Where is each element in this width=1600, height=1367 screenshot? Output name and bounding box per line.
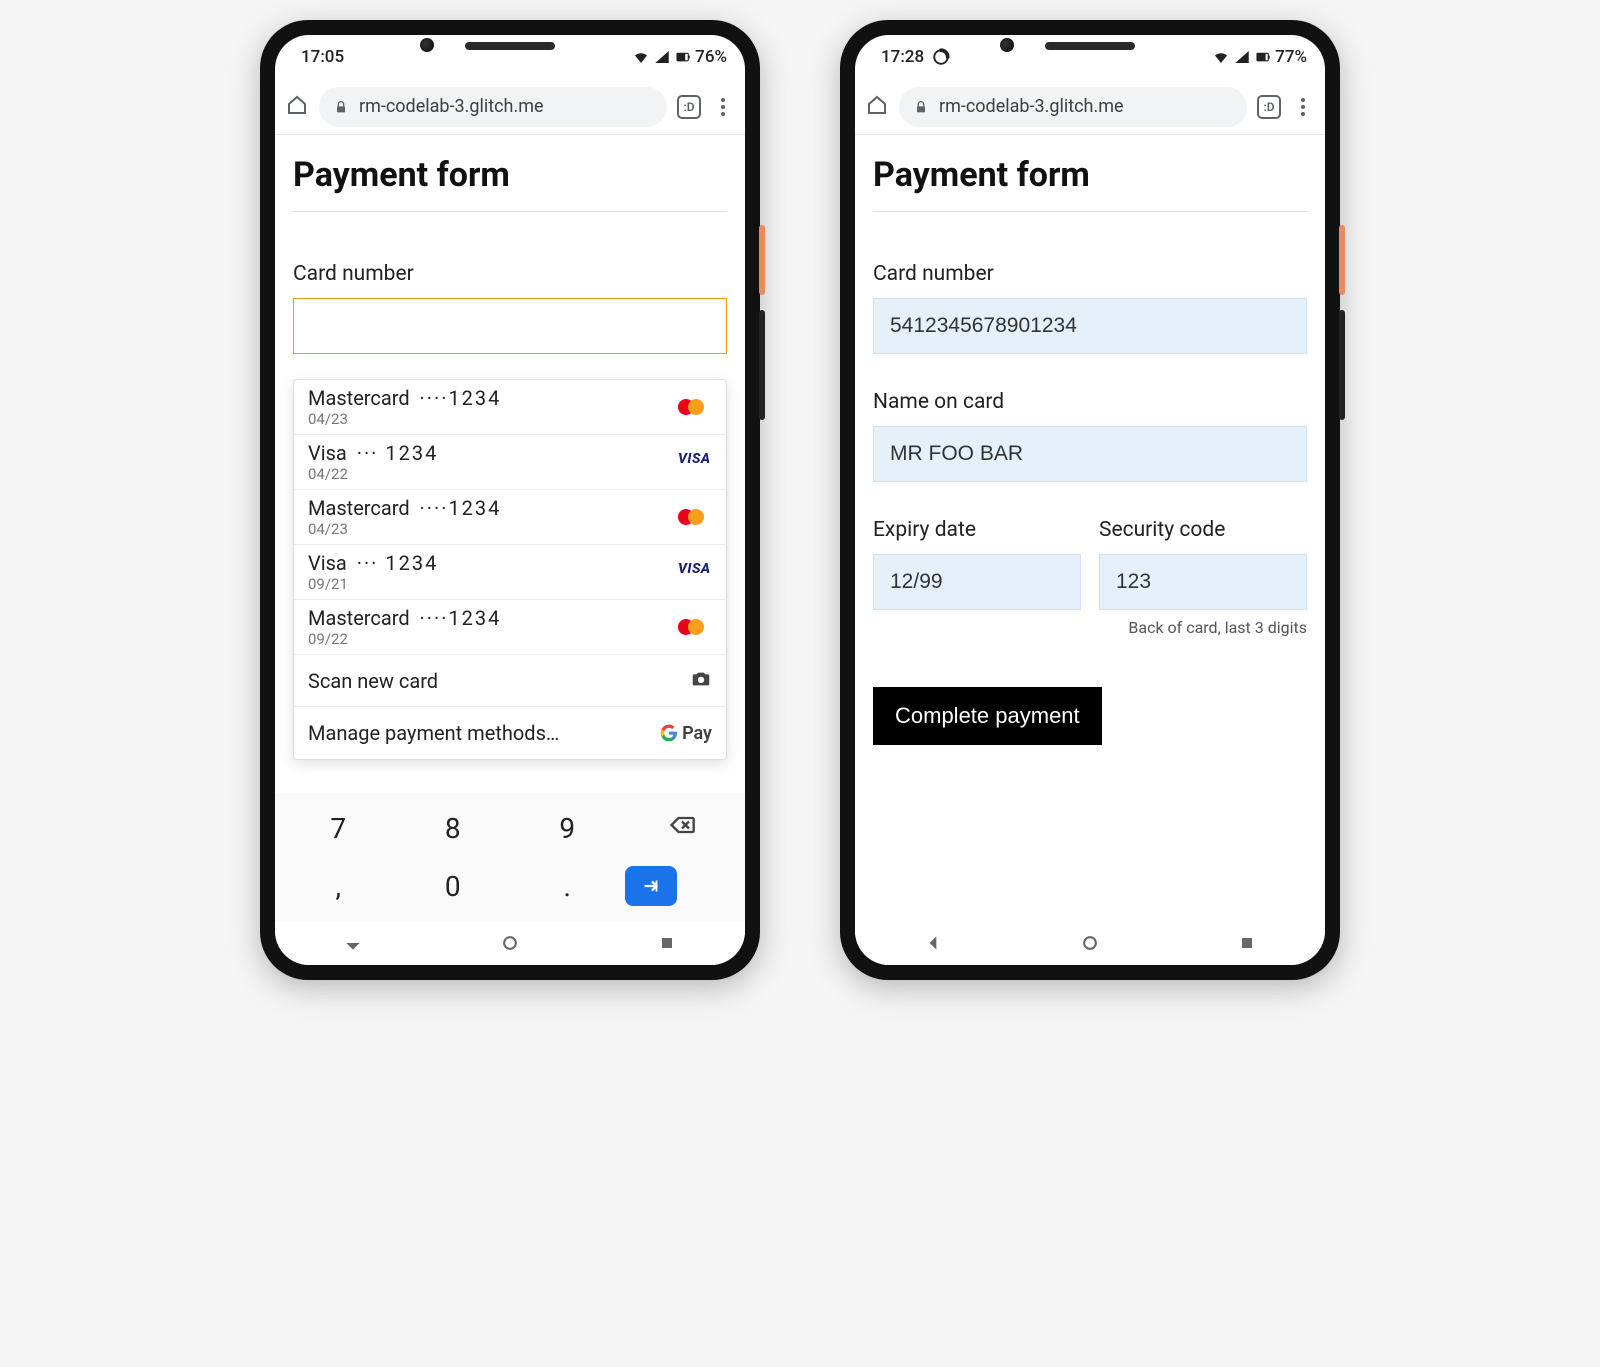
expiry-input[interactable] [873, 554, 1081, 610]
clock: 17:05 [301, 47, 344, 67]
nav-home-icon[interactable] [500, 933, 520, 953]
cell-signal-icon [653, 48, 671, 66]
enter-key[interactable] [625, 866, 740, 906]
security-code-label: Security code [1099, 518, 1307, 542]
nav-back-icon[interactable] [343, 933, 363, 953]
expiry-label: Expiry date [873, 518, 1081, 542]
autofill-dropdown: Mastercard ····1234 04/23 Visa ··· 1234 … [293, 379, 727, 760]
battery-percent: 76% [695, 47, 727, 67]
name-on-card-label: Name on card [873, 390, 1307, 414]
mastercard-icon [678, 616, 712, 638]
key-comma[interactable]: , [281, 870, 396, 903]
key-9[interactable]: 9 [510, 812, 625, 845]
google-pay-icon: Pay [659, 723, 712, 744]
battery-percent: 77% [1275, 47, 1307, 67]
phone-mock-right: 17:28 77% rm-codelab-3.glitch.me [840, 20, 1340, 980]
power-button [759, 225, 765, 295]
manage-payment-methods[interactable]: Manage payment methods… Pay [294, 707, 726, 759]
url-bar[interactable]: rm-codelab-3.glitch.me [319, 87, 667, 127]
numeric-keyboard: 7 8 9 , 0 . [275, 793, 745, 921]
name-on-card-input[interactable] [873, 426, 1307, 482]
complete-payment-button[interactable]: Complete payment [873, 687, 1102, 745]
backspace-key[interactable] [625, 811, 740, 846]
browser-toolbar: rm-codelab-3.glitch.me :D [855, 79, 1325, 135]
wifi-icon [1212, 48, 1230, 66]
wifi-icon [632, 48, 650, 66]
key-period[interactable]: . [510, 870, 625, 903]
nav-recent-icon[interactable] [657, 933, 677, 953]
nav-back-icon[interactable] [923, 933, 943, 953]
security-code-input[interactable] [1099, 554, 1307, 610]
autofill-card-option[interactable]: Visa ··· 1234 09/21 VISA [294, 545, 726, 600]
page-title: Payment form [293, 155, 727, 212]
mastercard-icon [678, 396, 712, 418]
cell-signal-icon [1233, 48, 1251, 66]
key-0[interactable]: 0 [396, 870, 511, 903]
url-bar[interactable]: rm-codelab-3.glitch.me [899, 87, 1247, 127]
phone-mock-left: 17:05 76% rm-codelab-3.glitch.me :D [260, 20, 760, 980]
nav-recent-icon[interactable] [1237, 933, 1257, 953]
lock-icon [333, 99, 349, 115]
page-title: Payment form [873, 155, 1307, 212]
lock-icon [913, 99, 929, 115]
scan-new-card[interactable]: Scan new card [294, 655, 726, 707]
url-text: rm-codelab-3.glitch.me [359, 96, 544, 117]
key-7[interactable]: 7 [281, 812, 396, 845]
visa-icon: VISA [678, 451, 712, 473]
android-nav-bar [275, 921, 745, 965]
url-text: rm-codelab-3.glitch.me [939, 96, 1124, 117]
data-saver-icon [932, 48, 950, 66]
front-camera [420, 38, 434, 52]
autofill-card-option[interactable]: Mastercard ····1234 09/22 [294, 600, 726, 655]
home-icon[interactable] [285, 93, 309, 121]
card-number-input[interactable] [293, 298, 727, 354]
card-number-label: Card number [293, 262, 727, 286]
tab-switcher[interactable]: :D [677, 95, 701, 119]
card-number-input[interactable] [873, 298, 1307, 354]
visa-icon: VISA [678, 561, 712, 583]
tab-switcher[interactable]: :D [1257, 95, 1281, 119]
speaker-grille [1045, 42, 1135, 50]
speaker-grille [465, 42, 555, 50]
autofill-card-option[interactable]: Mastercard ····1234 04/23 [294, 380, 726, 435]
battery-icon [1254, 48, 1272, 66]
front-camera [1000, 38, 1014, 52]
volume-button [759, 310, 765, 420]
autofill-card-option[interactable]: Visa ··· 1234 04/22 VISA [294, 435, 726, 490]
volume-button [1339, 310, 1345, 420]
clock: 17:28 [881, 47, 924, 67]
security-code-hint: Back of card, last 3 digits [1099, 618, 1307, 637]
autofill-card-option[interactable]: Mastercard ····1234 04/23 [294, 490, 726, 545]
battery-icon [674, 48, 692, 66]
key-8[interactable]: 8 [396, 812, 511, 845]
overflow-menu-icon[interactable] [1291, 98, 1315, 116]
camera-icon [690, 668, 712, 694]
power-button [1339, 225, 1345, 295]
browser-toolbar: rm-codelab-3.glitch.me :D [275, 79, 745, 135]
card-number-label: Card number [873, 262, 1307, 286]
mastercard-icon [678, 506, 712, 528]
overflow-menu-icon[interactable] [711, 98, 735, 116]
nav-home-icon[interactable] [1080, 933, 1100, 953]
android-nav-bar [855, 921, 1325, 965]
home-icon[interactable] [865, 93, 889, 121]
